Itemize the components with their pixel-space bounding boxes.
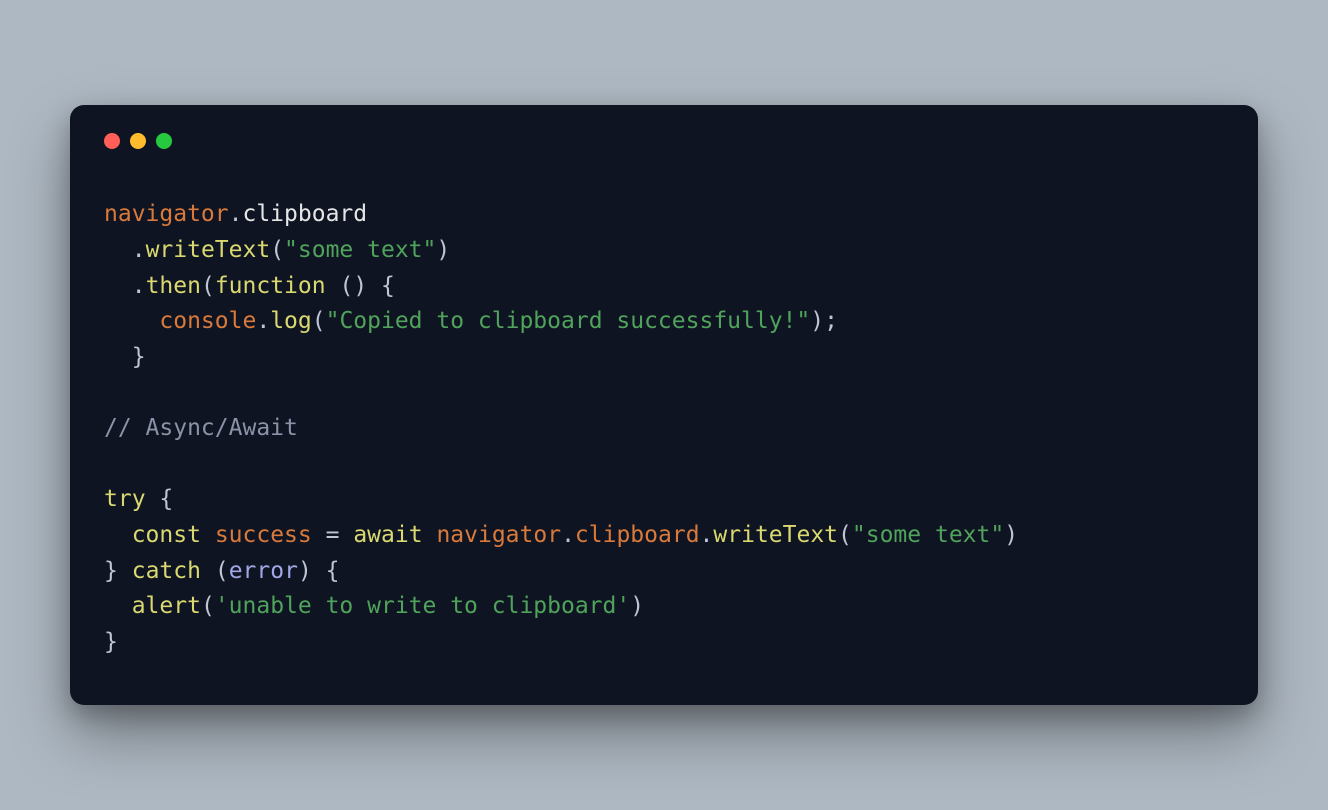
token-lbrace: { xyxy=(381,273,395,299)
code-block: navigator.clipboard .writeText("some tex… xyxy=(104,197,1224,660)
token-dot: . xyxy=(256,308,270,334)
token-dot: . xyxy=(132,273,146,299)
window-controls xyxy=(104,133,1224,149)
token-string-some-text: "some text" xyxy=(284,237,436,263)
token-indent xyxy=(104,237,132,263)
token-semi: ; xyxy=(824,308,838,334)
token-rbrace: } xyxy=(104,629,118,655)
token-alert: alert xyxy=(132,593,201,619)
token-writeText: writeText xyxy=(146,237,271,263)
token-lbrace: { xyxy=(159,486,173,512)
token-then: then xyxy=(146,273,201,299)
token-dot: . xyxy=(700,522,714,548)
token-rparen: ) xyxy=(353,273,367,299)
token-rparen: ) xyxy=(298,558,312,584)
token-try: try xyxy=(104,486,146,512)
token-dot: . xyxy=(132,237,146,263)
token-navigator: navigator xyxy=(436,522,561,548)
close-icon[interactable] xyxy=(104,133,120,149)
token-lparen: ( xyxy=(215,558,229,584)
token-rparen: ) xyxy=(436,237,450,263)
token-comment-async: // Async/Await xyxy=(104,415,298,441)
minimize-icon[interactable] xyxy=(130,133,146,149)
token-space xyxy=(312,522,326,548)
code-window: navigator.clipboard .writeText("some tex… xyxy=(70,105,1258,704)
token-rbrace: } xyxy=(104,558,118,584)
token-await: await xyxy=(353,522,422,548)
token-space xyxy=(146,486,160,512)
token-dot: . xyxy=(229,201,243,227)
token-space xyxy=(312,558,326,584)
token-writeText: writeText xyxy=(713,522,838,548)
token-space xyxy=(326,273,340,299)
token-rparen: ) xyxy=(1004,522,1018,548)
token-string-unable: 'unable to write to clipboard' xyxy=(215,593,630,619)
token-indent xyxy=(104,344,132,370)
token-navigator: navigator xyxy=(104,201,229,227)
token-string-copied: "Copied to clipboard successfully!" xyxy=(326,308,811,334)
token-equals: = xyxy=(326,522,340,548)
token-rbrace: } xyxy=(132,344,146,370)
token-log: log xyxy=(270,308,312,334)
token-rparen: ) xyxy=(630,593,644,619)
token-clipboard: clipboard xyxy=(575,522,700,548)
token-error: error xyxy=(229,558,298,584)
token-const: const xyxy=(132,522,201,548)
token-space xyxy=(118,558,132,584)
token-lparen: ( xyxy=(339,273,353,299)
token-lbrace: { xyxy=(326,558,340,584)
token-lparen: ( xyxy=(201,593,215,619)
token-success: success xyxy=(215,522,312,548)
token-lparen: ( xyxy=(270,237,284,263)
token-space xyxy=(339,522,353,548)
zoom-icon[interactable] xyxy=(156,133,172,149)
token-space xyxy=(201,522,215,548)
token-space xyxy=(423,522,437,548)
token-console: console xyxy=(159,308,256,334)
token-catch: catch xyxy=(132,558,201,584)
token-indent xyxy=(104,522,132,548)
token-space xyxy=(367,273,381,299)
token-indent xyxy=(104,593,132,619)
token-lparen: ( xyxy=(201,273,215,299)
token-indent xyxy=(104,273,132,299)
token-indent xyxy=(104,308,159,334)
token-space xyxy=(201,558,215,584)
token-dot: . xyxy=(561,522,575,548)
token-rparen: ) xyxy=(810,308,824,334)
token-lparen: ( xyxy=(838,522,852,548)
token-string-some-text: "some text" xyxy=(852,522,1004,548)
token-function: function xyxy=(215,273,326,299)
token-clipboard: clipboard xyxy=(242,201,367,227)
token-lparen: ( xyxy=(312,308,326,334)
